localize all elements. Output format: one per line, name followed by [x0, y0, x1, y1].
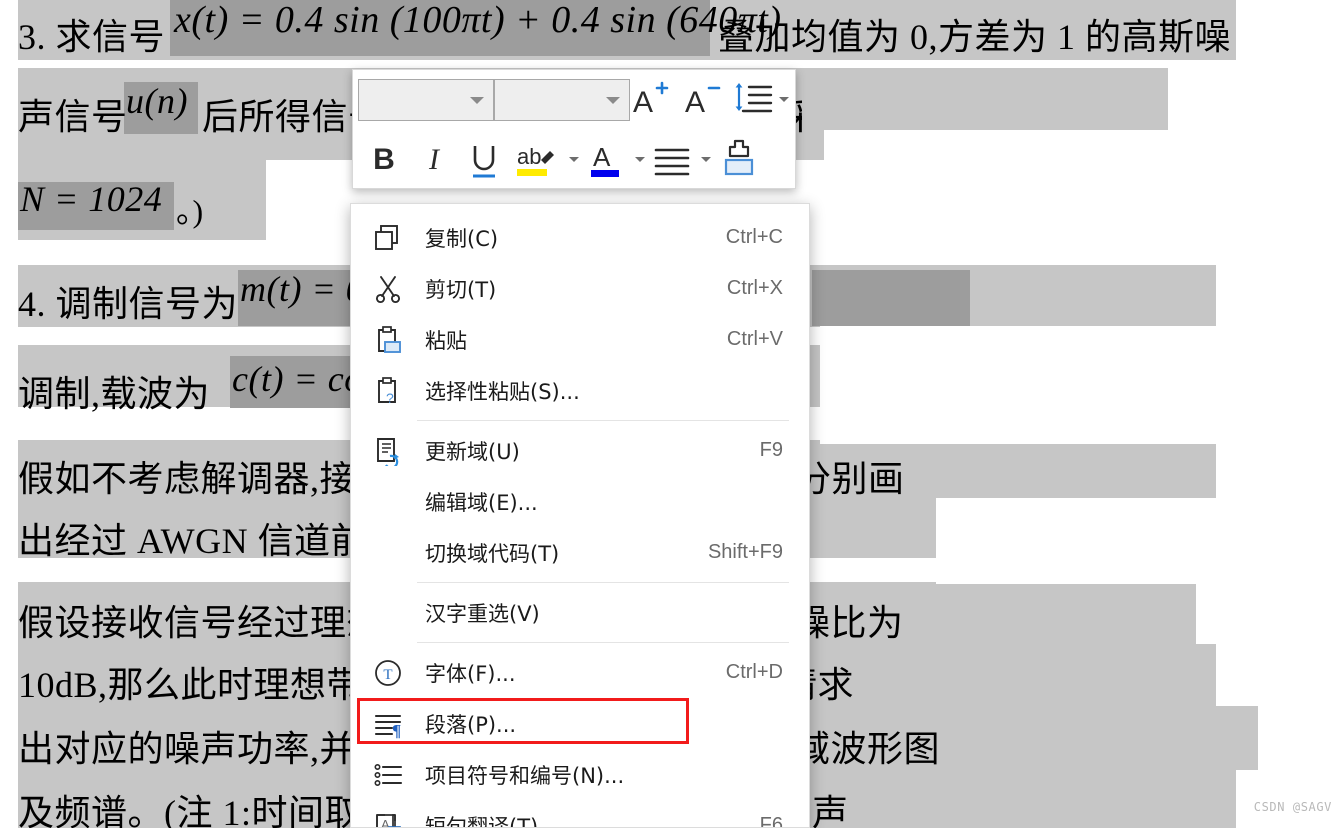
menu-item-update-field[interactable]: 更新域(U) F9 — [351, 425, 809, 476]
menu-item-label: 切换域代码(T) — [425, 541, 560, 566]
shrink-font-button[interactable]: A — [683, 80, 723, 120]
chevron-down-icon[interactable] — [470, 97, 484, 104]
bold-label: B — [373, 143, 395, 176]
menu-item-label: 段落(P)... — [425, 712, 517, 737]
chevron-down-icon[interactable] — [701, 157, 711, 162]
no-icon — [351, 587, 425, 638]
unselected-area — [1196, 582, 1340, 644]
doc-line: 3. 求信号 — [18, 8, 165, 60]
menu-item-accelerator: F9 — [759, 439, 783, 461]
font-icon: T — [351, 647, 425, 698]
unselected-area — [1236, 0, 1340, 60]
no-icon — [351, 527, 425, 578]
menu-item-translate[interactable]: A 中 短句翻译(T) F6 — [351, 800, 809, 828]
left-margin — [0, 0, 18, 828]
menu-item-reselect-hanzi[interactable]: 汉字重选(V) — [351, 587, 809, 638]
cut-icon — [351, 263, 425, 314]
menu-item-toggle-field-code[interactable]: 切换域代码(T) Shift+F9 — [351, 527, 809, 578]
menu-item-paste-special[interactable]: ? 选择性粘贴(S)... — [351, 365, 809, 416]
unselected-area — [1236, 770, 1340, 828]
watermark: CSDN @SAGV — [1253, 800, 1332, 814]
format-painter-button[interactable] — [717, 136, 761, 184]
menu-separator — [417, 420, 789, 421]
paragraph-icon: ¶ — [351, 698, 425, 749]
chevron-down-icon[interactable] — [779, 97, 789, 102]
svg-text:A: A — [685, 86, 705, 119]
doc-formula: u(n) — [126, 81, 188, 121]
paste-icon — [351, 314, 425, 365]
menu-item-label: 汉字重选(V) — [425, 601, 540, 626]
highlight-button[interactable]: ab — [515, 138, 565, 182]
grow-font-button[interactable]: A — [631, 80, 671, 120]
context-menu[interactable]: 复制(C) Ctrl+C 剪切(T) Ctrl+X 粘贴 Ctrl+V ? 选择… — [350, 203, 810, 828]
menu-item-label: 选择性粘贴(S)... — [425, 379, 580, 404]
menu-item-label: 粘贴 — [425, 328, 467, 353]
italic-label: I — [429, 143, 439, 176]
doc-formula: N = 1024 — [20, 179, 163, 219]
doc-line-suffix: 叠加均值为 0,方差为 1 的高斯噪 — [718, 17, 1232, 57]
svg-text:T: T — [383, 667, 392, 683]
italic-button[interactable]: I — [413, 138, 455, 182]
font-name-combobox[interactable] — [358, 79, 494, 121]
paste-special-icon: ? — [351, 365, 425, 416]
doc-line-suffix: 。) — [176, 193, 204, 229]
chevron-down-icon[interactable] — [569, 157, 579, 162]
doc-line: 调制,载波为 — [18, 374, 211, 414]
menu-item-paste[interactable]: 粘贴 Ctrl+V — [351, 314, 809, 365]
menu-item-accelerator: Ctrl+V — [726, 328, 783, 350]
doc-formula: m(t) = 0.5 cos (40πt) — [240, 269, 368, 309]
underline-button[interactable] — [463, 138, 505, 182]
mini-toolbar-row-1: A A — [353, 70, 797, 130]
font-color-button[interactable]: A — [587, 138, 629, 182]
align-button[interactable] — [651, 138, 695, 182]
menu-separator — [417, 642, 789, 643]
menu-item-cut[interactable]: 剪切(T) Ctrl+X — [351, 263, 809, 314]
doc-formula: c(t) = cos (200πt) — [232, 359, 366, 399]
unselected-area — [820, 326, 1240, 444]
unselected-area — [1216, 644, 1340, 706]
chevron-down-icon[interactable] — [635, 157, 645, 162]
menu-item-copy[interactable]: 复制(C) Ctrl+C — [351, 212, 809, 263]
menu-item-accelerator: Ctrl+X — [726, 277, 783, 299]
mini-toolbar-row-2: B I ab A — [353, 130, 797, 190]
line-spacing-button[interactable] — [733, 80, 773, 120]
menu-item-label: 编辑域(E)... — [425, 490, 538, 515]
svg-text:¶: ¶ — [392, 721, 401, 739]
doc-formula: x(t) = 0.4 sin (100πt) + 0.4 sin (640πt) — [174, 0, 782, 41]
menu-item-label: 更新域(U) — [425, 439, 520, 464]
bullets-numbering-icon — [351, 749, 425, 800]
unselected-area — [936, 498, 1240, 584]
menu-item-accelerator: Ctrl+C — [725, 226, 783, 248]
doc-line-prefix: 3. 求信号 — [18, 17, 166, 57]
menu-item-paragraph[interactable]: ¶ 段落(P)... — [351, 698, 809, 749]
chevron-down-icon[interactable] — [606, 97, 620, 104]
svg-text:ab: ab — [517, 144, 541, 169]
no-icon — [351, 476, 425, 527]
menu-item-label: 字体(F)... — [425, 661, 516, 686]
doc-line: 声信号 — [18, 97, 128, 137]
svg-text:A: A — [633, 86, 653, 119]
svg-text:A: A — [593, 142, 611, 172]
translate-icon: A 中 — [351, 800, 425, 827]
menu-item-accelerator: Ctrl+D — [725, 661, 783, 683]
menu-item-bullets-numbering[interactable]: 项目符号和编号(N)... — [351, 749, 809, 800]
menu-item-label: 项目符号和编号(N)... — [425, 763, 625, 788]
menu-item-label: 复制(C) — [425, 226, 499, 251]
svg-text:?: ? — [386, 390, 394, 406]
unselected-area — [1258, 706, 1340, 770]
menu-item-accelerator: F6 — [759, 814, 783, 828]
doc-line: 4. 调制信号为 — [18, 284, 239, 324]
bold-button[interactable]: B — [363, 138, 405, 182]
menu-item-label: 短句翻译(T) — [425, 814, 539, 828]
menu-item-accelerator: Shift+F9 — [707, 541, 783, 563]
menu-separator — [417, 582, 789, 583]
menu-item-font[interactable]: T 字体(F)... Ctrl+D — [351, 647, 809, 698]
formula-highlight — [812, 270, 970, 326]
menu-item-label: 剪切(T) — [425, 277, 497, 302]
menu-item-edit-field[interactable]: 编辑域(E)... — [351, 476, 809, 527]
update-field-icon — [351, 425, 425, 476]
copy-icon — [351, 212, 425, 263]
mini-formatting-toolbar[interactable]: A A B I ab A — [352, 69, 796, 189]
font-size-combobox[interactable] — [494, 79, 630, 121]
